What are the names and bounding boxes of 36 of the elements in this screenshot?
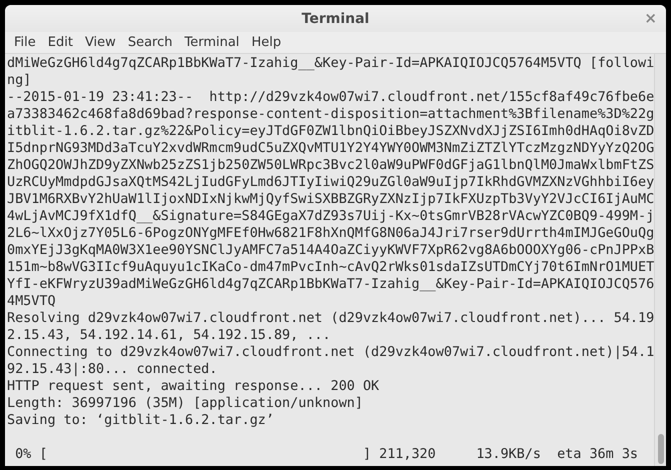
terminal-line: 92.15.43|:80... connected.	[7, 361, 218, 378]
terminal-line: 2L6~lXxOjz7Y05L6-6PogzONYgMFEf0Hw6821F8hXnQMfG8N06aJ4Jri7rser9dUrrth4mIMJGeGOuQg	[7, 225, 654, 242]
terminal-line: dMiWeGzGH6ld4g7qZCARp1BbKWaT7-Izahig__&Key-Pair-Id=APKAIQIOJCQ5764M5VTQ [followi	[7, 55, 654, 72]
terminal-line: 2.15.43, 54.192.14.61, 54.192.15.89, ...	[7, 327, 332, 344]
progress-bracket: ]	[362, 446, 372, 463]
terminal-line: 4wLjAvMCJ9fX1dfQ__&Signature=S84GEgaX7dZ93s7Uij-Kx~0tsGmrVB28rVAcwYZC0BQ9-499M-j	[7, 208, 654, 225]
progress-bracket: [	[39, 446, 48, 463]
terminal-line: 0mxYEjJ3gKqMA0W3X1ee90YSNClJyAMFC7a514A4OaZCiyyKWVF7XpR62vg8A6bOOOXYg06-cPnJPPxB	[7, 242, 654, 259]
menu-item[interactable]: Terminal	[178, 35, 246, 50]
terminal-line: UzRCUyMmdpdGJsaXQtMS42LjIudGFyLmd6JTIyIiwiQ29uZGl0aW9uIjp7IkRhdGVMZXNzVGhhbiI6ey	[7, 174, 654, 191]
menu-item[interactable]: Help	[245, 35, 288, 50]
progress-percent: 0%	[15, 446, 32, 463]
menu-item[interactable]: Edit	[42, 35, 79, 50]
terminal-line: Connecting to d29vzk4ow07wi7.cloudfront.net (d29vzk4ow07wi7.cloudfront.net)|54.1	[7, 344, 654, 361]
menu-item[interactable]: File	[8, 35, 42, 50]
terminal-line: itblit-1.6.2.tar.gz%22&Policy=eyJTdGF0ZW1lbnQiOiBbeyJSZXNvdXJjZSI6Imh0dHAqOi8vZD	[7, 123, 654, 140]
terminal-line: ng]	[7, 72, 32, 89]
scrollbar[interactable]	[654, 54, 666, 466]
download-eta: eta 36m 3s	[557, 446, 638, 463]
terminal-line: a73383462c468fa8d69bad?response-content-disposition=attachment%3Bfilename%3D%22g	[7, 106, 654, 123]
menu-item[interactable]: View	[78, 35, 122, 50]
downloaded-bytes: 211,320	[379, 446, 436, 463]
terminal-line: ZhOGQ2OWJhZD9yZXNwb25zZS1jb250ZW50LWRpc3Bvc2l0aW9uPWF0dGFjaG1lbnQlM0JmaWxlbmFtZS	[7, 157, 654, 174]
terminal-line: 4M5VTQ	[7, 293, 57, 310]
terminal-line: --2015-01-19 23:41:23-- http://d29vzk4ow07wi7.cloudfront.net/155cf8af49c76fbe6e	[7, 89, 654, 106]
window-title: Terminal	[302, 10, 370, 26]
terminal-line: Resolving d29vzk4ow07wi7.cloudfront.net (d29vzk4ow07wi7.cloudfront.net)... 54.19	[7, 310, 654, 327]
terminal-line: 151m~b8wVG3IIcf9uAquyu1cIKaCo-dm47mPvcInh~cAvQ2rWks01sdaIZsUTDmCYj70t6ImNrO1MUET	[7, 259, 654, 276]
terminal-line: YfI-eKFWryzU39adMiWeGzGH6ld4g7qZCARp1BbKWaT7-Izahig__&Key-Pair-Id=APKAIQIOJCQ576	[7, 276, 654, 293]
menu-item[interactable]: Search	[122, 35, 178, 50]
terminal-line: Length: 36997196 (35M) [application/unknown]	[7, 395, 364, 412]
terminal-line: JBV1M6RXBvY2hUaW1lIjoxNDIxNjkwMjQyfSwiSXBBZGRyZXNzIjp7IkFXUzpTb3VyY2VJcCI6IjAuMC	[7, 191, 654, 208]
terminal-line: HTTP request sent, awaiting response... 200 OK	[7, 378, 380, 395]
terminal-line: I5dnprNG93MDd3aTcuY2xvdWRmcm9udC5uZXQvMTU1Y2Y4YWY0OWM3NmZiZTZlYTczMzgzNDYyYzQ2OG	[7, 140, 654, 157]
download-speed: 13.9KB/s	[476, 446, 541, 463]
terminal-line: Saving to: ‘gitblit-1.6.2.tar.gz’	[7, 412, 275, 429]
